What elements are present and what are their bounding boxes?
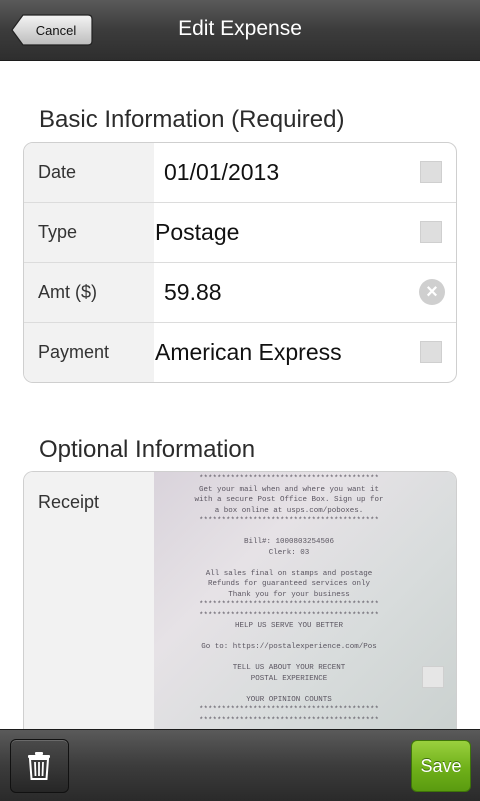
payment-row[interactable]: Payment American Express [24,323,456,382]
type-row[interactable]: Type Postage [24,203,456,263]
bottom-toolbar: Save [0,729,480,801]
amount-row[interactable]: Amt ($) 59.88 × [24,263,456,323]
optional-info-heading: Optional Information [39,436,256,463]
clear-icon[interactable]: × [419,279,445,305]
amount-label: Amt ($) [24,263,154,322]
date-row[interactable]: Date 01/01/2013 [24,143,456,203]
basic-info-card: Date 01/01/2013 Type Postage Amt ($) 59.… [23,142,457,383]
date-label: Date [24,143,154,202]
trash-icon [28,752,50,780]
receipt-image[interactable]: ****************************************… [154,472,456,772]
title-bar: Cancel Edit Expense [0,0,480,61]
type-checkbox[interactable] [420,221,442,243]
payment-label: Payment [24,323,154,382]
receipt-label: Receipt [24,472,154,772]
cancel-button[interactable]: Cancel [11,14,91,46]
type-value[interactable]: Postage [155,203,239,262]
date-checkbox[interactable] [420,161,442,183]
payment-value[interactable]: American Express [155,323,342,382]
receipt-text: ****************************************… [194,475,384,756]
main-content: Basic Information (Required) Date 01/01/… [0,61,480,772]
payment-checkbox[interactable] [420,341,442,363]
basic-info-heading: Basic Information (Required) [39,106,345,133]
type-label: Type [24,203,154,262]
optional-info-card: Receipt ********************************… [23,471,457,772]
date-value[interactable]: 01/01/2013 [164,143,279,202]
amount-field[interactable]: 59.88 [164,263,222,322]
save-button[interactable]: Save [411,740,471,792]
delete-button[interactable] [10,739,69,793]
receipt-checkbox[interactable] [422,666,444,688]
